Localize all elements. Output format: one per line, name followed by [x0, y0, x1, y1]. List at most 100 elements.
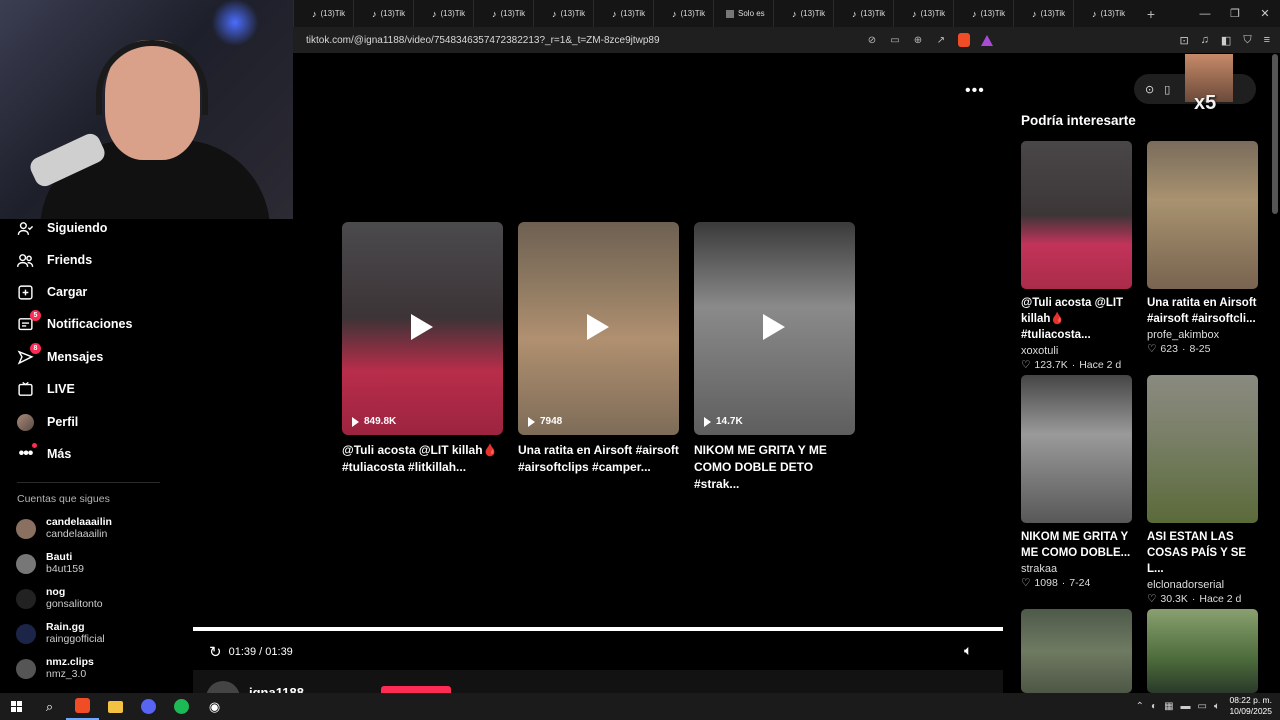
- share-icon[interactable]: ↗: [935, 34, 947, 46]
- video-author[interactable]: elclonadorserial: [1147, 579, 1258, 591]
- rewards-icon[interactable]: [981, 34, 993, 46]
- minimize-icon[interactable]: —: [1190, 8, 1220, 20]
- new-tab-button[interactable]: +: [1137, 6, 1165, 22]
- close-icon[interactable]: ✕: [1250, 7, 1280, 20]
- brave-shields-icon[interactable]: [958, 33, 970, 47]
- video-author[interactable]: xoxotuli: [1021, 345, 1132, 357]
- video-thumbnail[interactable]: [1021, 141, 1132, 289]
- browser-tab[interactable]: ♪ (13)Tik: [473, 0, 533, 27]
- video-thumbnail[interactable]: [1021, 375, 1132, 523]
- recommended-video-card[interactable]: 849.8K @Tuli acosta @LIT killah🩸 #tuliac…: [342, 222, 503, 476]
- following-account[interactable]: candelaaailin candelaaailin: [16, 516, 112, 541]
- browser-tab[interactable]: ♪ (13)Tik: [293, 0, 353, 27]
- browser-tab[interactable]: ♪ (13)Tik: [833, 0, 893, 27]
- address-bar-icons: ⊘ ▭ ⊕ ↗: [866, 33, 993, 47]
- video-thumbnail[interactable]: [1147, 141, 1258, 289]
- sidebar-item-live[interactable]: LIVE: [17, 377, 75, 401]
- vpn-icon[interactable]: ⛉: [1243, 34, 1251, 47]
- following-account[interactable]: Rain.gg rainggofficial: [16, 621, 105, 646]
- video-thumbnail[interactable]: [1147, 609, 1258, 693]
- video-progress-bar[interactable]: [193, 627, 1003, 631]
- notification-badge: 5: [30, 309, 41, 321]
- suggested-video-card[interactable]: NIKOM ME GRITA Y ME COMO DOBLE... straka…: [1021, 375, 1132, 589]
- browser-tab[interactable]: ♪ (13)Tik: [653, 0, 713, 27]
- url-field[interactable]: tiktok.com/@igna1188/video/7548346357472…: [306, 35, 866, 46]
- sidebar-item-messages[interactable]: 8 Mensajes: [17, 342, 103, 369]
- discord-icon[interactable]: [132, 693, 165, 720]
- suggested-video-card[interactable]: @Tuli acosta @LIT killah🩸 #tuliacosta...…: [1021, 141, 1132, 371]
- video-thumbnail[interactable]: 7948: [518, 222, 679, 435]
- sidebar-divider: [17, 482, 160, 483]
- browser-tab[interactable]: ♪ (13)Tik: [773, 0, 833, 27]
- brave-taskbar-icon[interactable]: [66, 693, 99, 720]
- video-caption[interactable]: @Tuli acosta @LIT killah🩸 #tuliacosta #l…: [342, 442, 503, 476]
- browser-tab[interactable]: ♪ (13)Tik: [953, 0, 1013, 27]
- sidebar-toggle-icon[interactable]: ◧: [1221, 34, 1231, 47]
- message-badge: 8: [30, 342, 41, 354]
- video-thumbnail[interactable]: 849.8K: [342, 222, 503, 435]
- sidebar-item-profile[interactable]: Perfil: [17, 410, 78, 434]
- browser-tab[interactable]: ♪ (13)Tik: [893, 0, 953, 27]
- video-author[interactable]: strakaa: [1021, 563, 1132, 575]
- screenshot-icon[interactable]: ⊡: [1179, 34, 1188, 47]
- recommended-video-card[interactable]: 7948 Una ratita en Airsoft #airsoft #air…: [518, 222, 679, 476]
- browser-tab[interactable]: ♪ (13)Tik: [413, 0, 473, 27]
- sidebar-item-notifications[interactable]: 5 Notificaciones: [17, 309, 132, 336]
- compass-icon[interactable]: ⊙: [1145, 83, 1154, 96]
- avatar: [16, 588, 36, 609]
- spotify-icon[interactable]: [165, 693, 198, 720]
- steam-icon[interactable]: ◐: [1151, 701, 1157, 712]
- sidebar-item-upload[interactable]: Cargar: [17, 280, 87, 304]
- recommended-video-card[interactable]: 14.7K NIKOM ME GRITA Y ME COMO DOBLE DET…: [694, 222, 855, 493]
- zoom-icon[interactable]: ⊕: [912, 34, 924, 46]
- view-count: 14.7K: [704, 416, 743, 427]
- file-explorer-icon[interactable]: [99, 693, 132, 720]
- video-caption[interactable]: ASI ESTAN LAS COSAS PAÍS Y SE L...: [1147, 529, 1258, 577]
- video-caption[interactable]: NIKOM ME GRITA Y ME COMO DOBLE...: [1021, 529, 1132, 561]
- browser-tab[interactable]: Solo es: [713, 0, 773, 27]
- browser-tab[interactable]: ♪ (13)Tik: [593, 0, 653, 27]
- tiktok-icon: ♪: [672, 8, 677, 19]
- cast-icon[interactable]: ▭: [889, 34, 901, 46]
- video-caption[interactable]: Una ratita en Airsoft #airsoft #airsoftc…: [518, 442, 679, 476]
- more-options-icon[interactable]: •••: [965, 82, 985, 100]
- chevron-up-icon[interactable]: ⌃: [1136, 701, 1144, 712]
- replay-icon[interactable]: ↻: [209, 643, 222, 661]
- music-icon[interactable]: ♫: [1201, 34, 1209, 47]
- suggested-video-card[interactable]: Una ratita en Airsoft #airsoft #airsoftc…: [1147, 141, 1258, 355]
- following-account[interactable]: nog gonsalitonto: [16, 586, 103, 611]
- battery-icon[interactable]: ▬: [1181, 701, 1191, 712]
- browser-tab[interactable]: ♪ (13)Tik: [353, 0, 413, 27]
- video-author[interactable]: profe_akimbox: [1147, 329, 1258, 341]
- browser-tab[interactable]: ♪ (13)Tik: [1073, 0, 1133, 27]
- video-thumbnail[interactable]: [1147, 375, 1258, 523]
- volume-icon[interactable]: 🔈︎: [1214, 701, 1220, 712]
- page-scrollbar[interactable]: [1272, 54, 1278, 214]
- suggested-video-card[interactable]: [1147, 609, 1258, 693]
- video-thumbnail[interactable]: 14.7K: [694, 222, 855, 435]
- video-caption[interactable]: @Tuli acosta @LIT killah🩸 #tuliacosta...: [1021, 295, 1132, 343]
- video-caption[interactable]: NIKOM ME GRITA Y ME COMO DOBLE DETO #str…: [694, 442, 855, 493]
- video-caption[interactable]: Una ratita en Airsoft #airsoft #airsoftc…: [1147, 295, 1258, 327]
- windows-app-icon[interactable]: ▦: [1164, 701, 1173, 712]
- sidebar-item-following[interactable]: Siguiendo: [17, 216, 107, 240]
- following-account[interactable]: Bauti b4ut159: [16, 551, 84, 576]
- browser-tab[interactable]: ♪ (13)Tik: [533, 0, 593, 27]
- browser-tab[interactable]: ♪ (13)Tik: [1013, 0, 1073, 27]
- mobile-icon[interactable]: ▯: [1164, 83, 1170, 96]
- network-icon[interactable]: ▭: [1198, 701, 1207, 712]
- suggested-video-card[interactable]: ASI ESTAN LAS COSAS PAÍS Y SE L... elclo…: [1147, 375, 1258, 605]
- obs-icon[interactable]: ◉: [198, 693, 231, 720]
- mute-icon[interactable]: ⊘: [866, 34, 878, 46]
- menu-icon[interactable]: ≡: [1264, 34, 1270, 47]
- video-thumbnail[interactable]: [1021, 609, 1132, 693]
- system-clock[interactable]: 08:22 p. m. 10/09/2025: [1229, 695, 1272, 717]
- start-button[interactable]: [0, 693, 33, 720]
- volume-icon[interactable]: 🔈︎: [964, 642, 972, 659]
- sidebar-item-friends[interactable]: Friends: [17, 248, 92, 272]
- search-icon[interactable]: ⌕: [33, 693, 66, 720]
- following-account[interactable]: nmz.clips nmz_3.0: [16, 656, 94, 681]
- restore-icon[interactable]: ❐: [1220, 7, 1250, 20]
- sidebar-item-more[interactable]: ••• Más: [17, 442, 71, 466]
- suggested-video-card[interactable]: [1021, 609, 1132, 693]
